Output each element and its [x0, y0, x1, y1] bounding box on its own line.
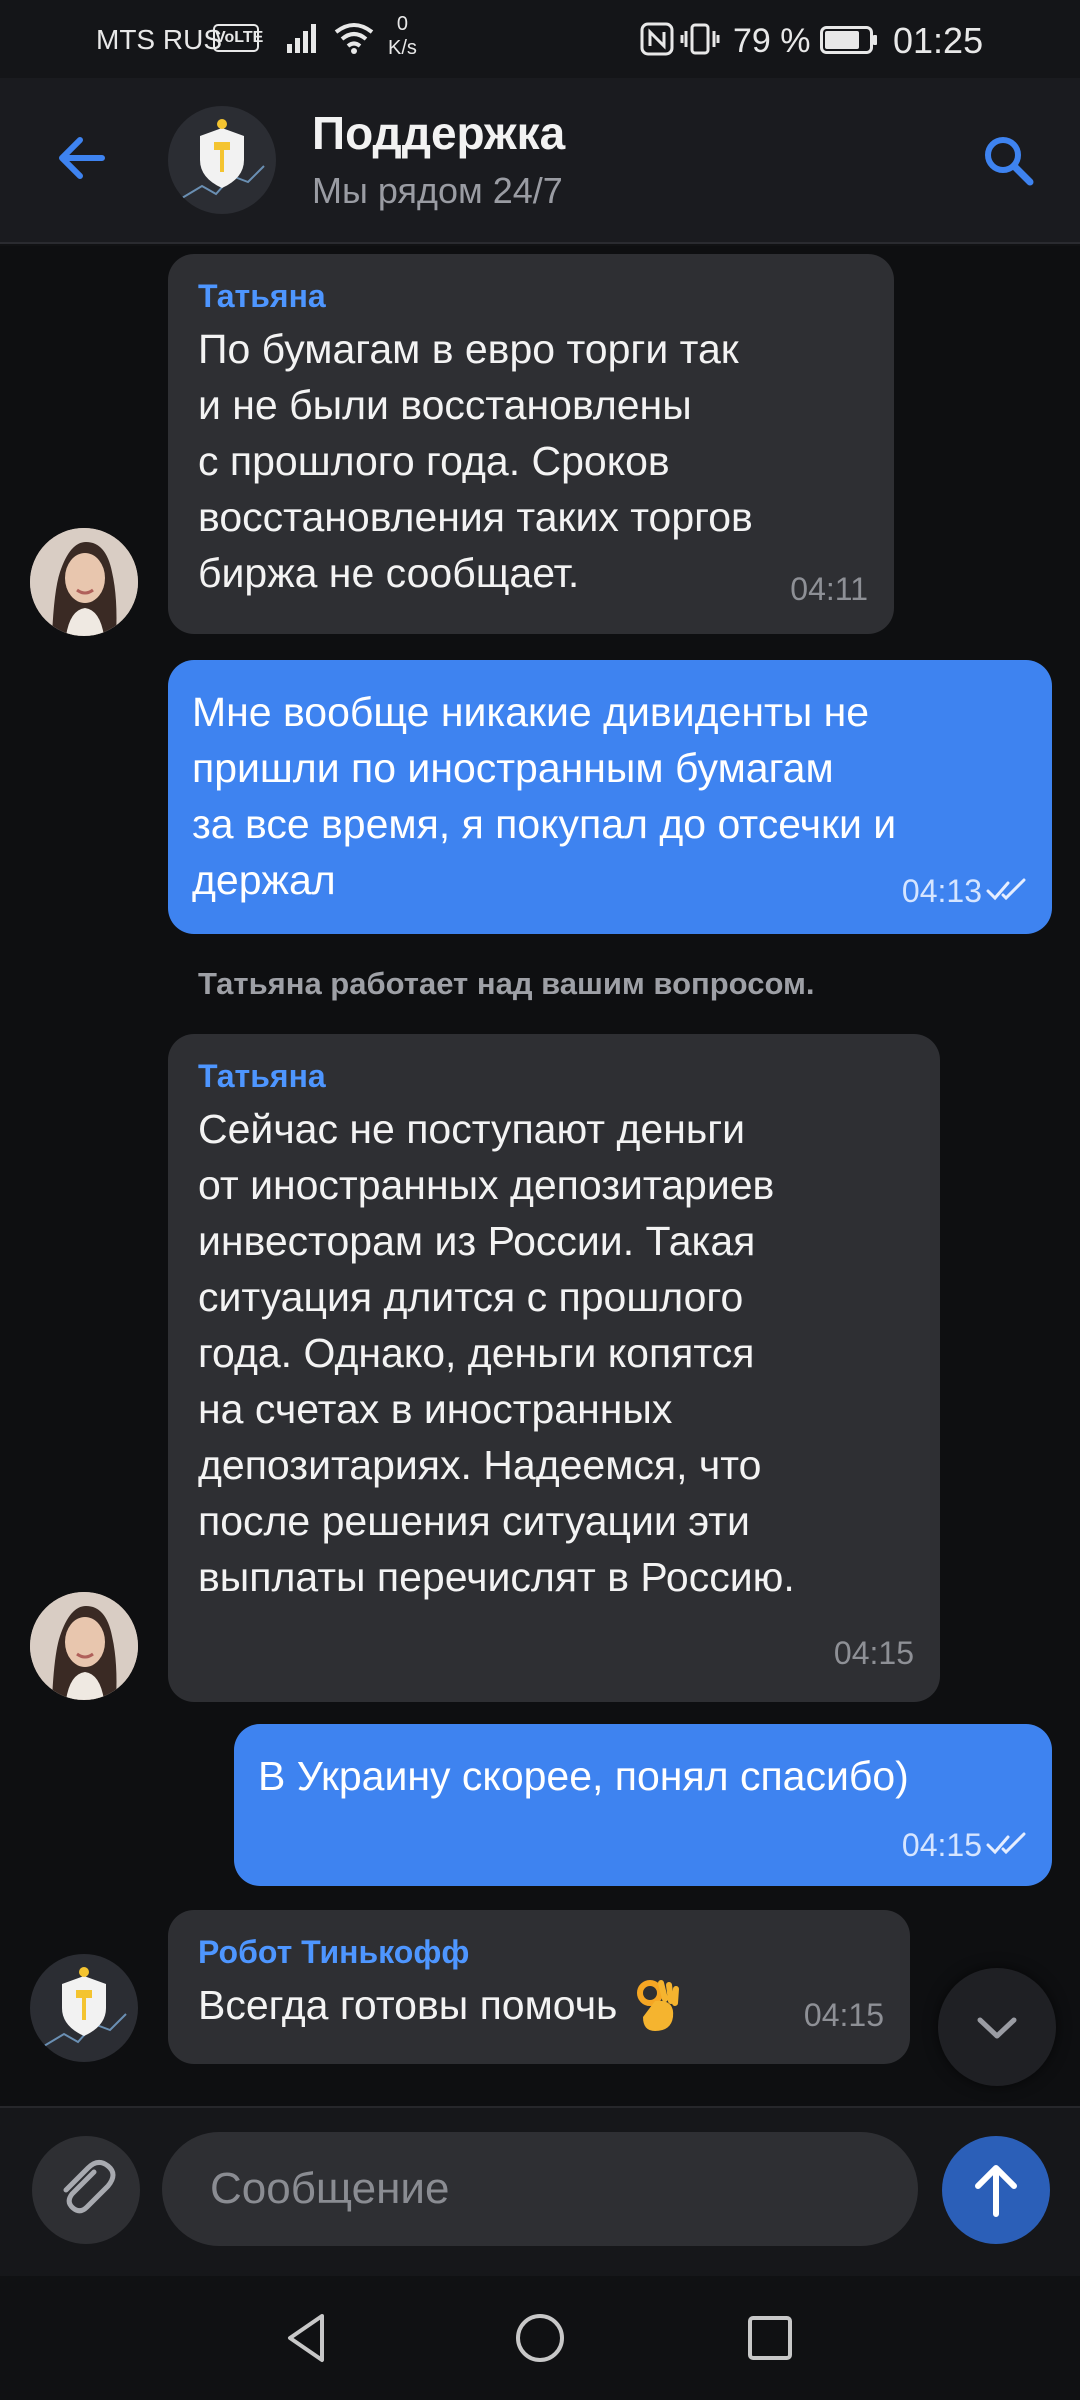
- message-bubble-incoming[interactable]: Робот Тинькофф Всегда готовы помочь 04:1…: [168, 1910, 910, 2064]
- message-time: 04:15: [901, 1827, 982, 1863]
- system-nav-bar: [0, 2276, 1080, 2400]
- net-speed-unit: K/s: [388, 37, 417, 59]
- chat-title: Поддержка: [312, 107, 566, 159]
- wifi-icon: [334, 23, 374, 54]
- chat-header: Поддержка Мы рядом 24/7: [0, 78, 1080, 244]
- double-check-icon: [986, 878, 1026, 901]
- message-text: По бумагам в евро торги так и не были во…: [198, 326, 753, 596]
- operator-avatar[interactable]: [30, 528, 138, 636]
- woman-avatar-icon: [30, 528, 138, 636]
- system-note: Татьяна работает над вашим вопросом.: [198, 966, 815, 1001]
- status-bar: MTS RUS VoLTE 0 K/s 79 % 01:25: [0, 0, 1080, 78]
- net-speed-value: 0: [396, 13, 409, 35]
- message-time: 04:13: [901, 873, 982, 909]
- woman-avatar-icon: [30, 1592, 138, 1700]
- signal-icon: [287, 24, 316, 53]
- message-bubble-outgoing[interactable]: Мне вообще никакие дивиденты не пришли п…: [168, 660, 1052, 934]
- tinkoff-logo-icon: [43, 1967, 127, 2047]
- chat-subtitle: Мы рядом 24/7: [312, 170, 563, 211]
- nav-home-icon[interactable]: [508, 2306, 572, 2370]
- scroll-down-button[interactable]: [938, 1968, 1056, 2086]
- message-input[interactable]: [162, 2132, 918, 2246]
- message-bubble-incoming[interactable]: Татьяна Сейчас не поступают деньги от ин…: [168, 1034, 940, 1702]
- tinkoff-logo-icon: [181, 119, 265, 199]
- send-button[interactable]: [942, 2136, 1050, 2244]
- sender-name: Татьяна: [198, 278, 326, 314]
- message-bubble-outgoing[interactable]: В Украину скорее, понял спасибо) 04:15: [234, 1724, 1052, 1886]
- message-text: В Украину скорее, понял спасибо): [258, 1753, 909, 1799]
- message-list[interactable]: Татьяна По бумагам в евро торги так и не…: [0, 246, 1080, 2106]
- attach-button[interactable]: [32, 2136, 140, 2244]
- message-text: Сейчас не поступают деньги от иностранны…: [198, 1106, 795, 1600]
- carrier-name: MTS RUS: [96, 24, 222, 55]
- sender-name: Робот Тинькофф: [198, 1934, 470, 1970]
- arrow-left-icon[interactable]: [52, 128, 112, 188]
- nfc-icon: [640, 22, 674, 56]
- paperclip-icon: [63, 2160, 116, 2214]
- network-speed: 0 K/s: [388, 12, 417, 60]
- battery-icon: [820, 26, 877, 54]
- nav-recents-icon[interactable]: [738, 2306, 802, 2370]
- message-body: Всегда готовы помочь: [198, 1977, 880, 2033]
- ok-hand-emoji-icon: [637, 1980, 680, 2031]
- message-time: 04:15: [833, 1635, 914, 1671]
- operator-avatar[interactable]: [30, 1592, 138, 1700]
- chevron-down-icon: [977, 2017, 1017, 2039]
- message-composer: [0, 2106, 1080, 2276]
- search-icon[interactable]: [978, 130, 1038, 190]
- clock: 01:25: [893, 20, 984, 61]
- double-check-icon: [986, 1832, 1026, 1855]
- message-time: 04:11: [790, 571, 868, 607]
- message-time: 04:15: [803, 1997, 884, 2033]
- support-avatar[interactable]: [168, 106, 276, 214]
- robot-avatar[interactable]: [30, 1954, 138, 2062]
- message-bubble-incoming[interactable]: Татьяна По бумагам в евро торги так и не…: [168, 254, 894, 634]
- sender-name: Татьяна: [198, 1058, 326, 1094]
- battery-percent: 79 %: [733, 22, 811, 60]
- arrow-up-icon: [975, 2165, 1017, 2217]
- message-text: Всегда готовы помочь: [198, 1982, 618, 2028]
- vibrate-icon: [680, 23, 720, 55]
- volte-badge: VoLTE: [213, 24, 263, 52]
- nav-back-icon[interactable]: [276, 2306, 340, 2370]
